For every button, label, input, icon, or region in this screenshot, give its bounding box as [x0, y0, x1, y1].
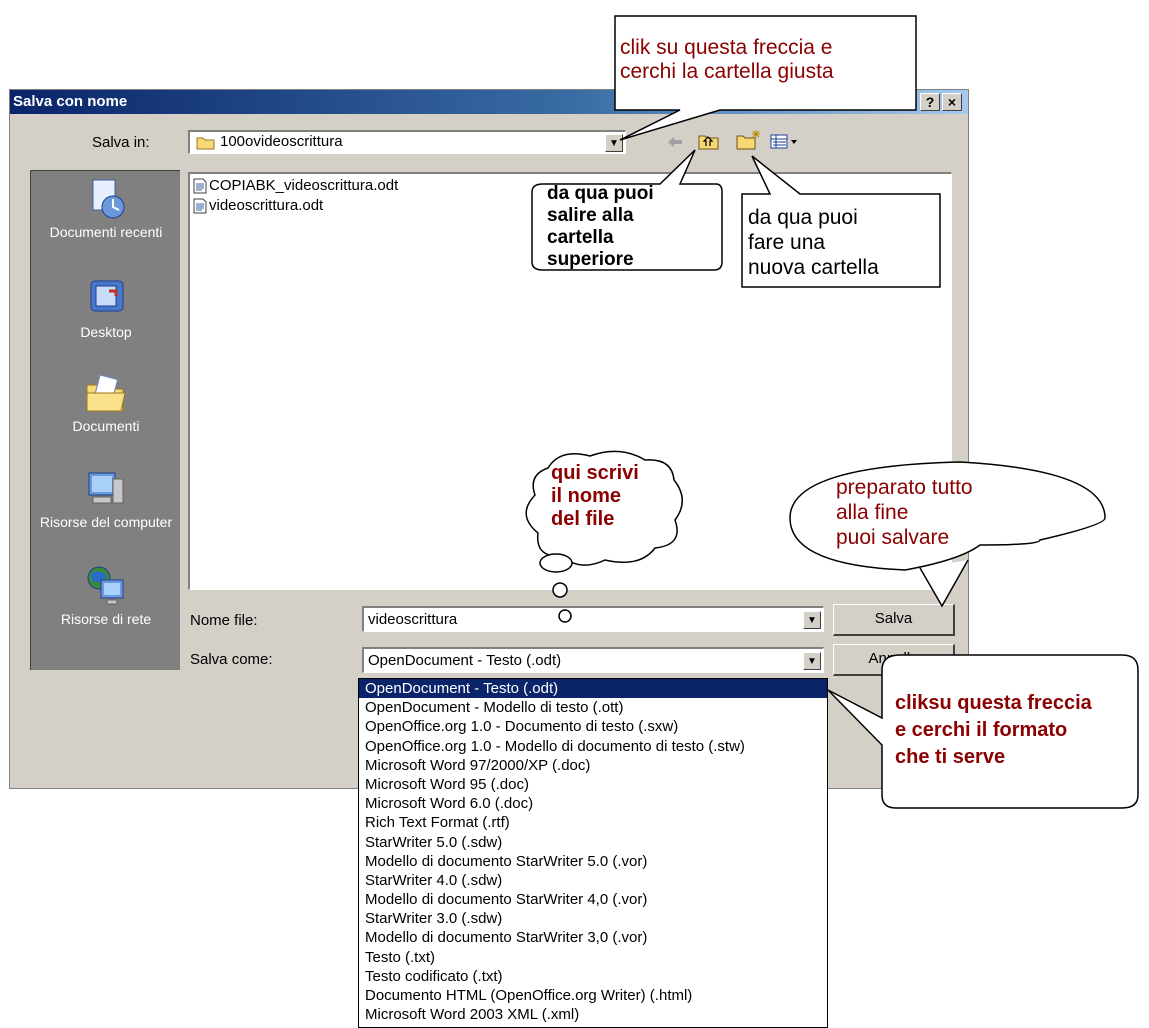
callout-line: il nome	[551, 485, 622, 507]
callout-line: che ti serve	[895, 746, 1006, 768]
callout-line: puoi salvare	[836, 526, 950, 549]
callout-line: preparato tutto	[836, 476, 973, 499]
callout-line: fare una	[748, 231, 826, 254]
callout-line: cerchi la cartella giusta	[620, 60, 834, 83]
callout-line: nuova cartella	[748, 256, 879, 279]
callout-line: alla fine	[836, 501, 909, 524]
callout-format: cliksu questa freccia e cerchi il format…	[895, 690, 1092, 771]
callout-new-folder: da qua puoi fare una nuova cartella	[748, 205, 879, 280]
callout-line: salire alla	[547, 205, 634, 226]
callout-line: da qua puoi	[547, 183, 654, 204]
callout-up-folder: da qua puoi salire alla cartella superio…	[547, 183, 654, 271]
callout-line: del file	[551, 508, 615, 530]
callout-filename: qui scrivi il nome del file	[551, 462, 639, 531]
callout-line: cliksu questa freccia	[895, 692, 1092, 714]
callout-line: cartella	[547, 227, 614, 248]
callout-line: qui scrivi	[551, 462, 639, 484]
callout-line: da qua puoi	[748, 206, 858, 229]
callout-save: preparato tutto alla fine puoi salvare	[836, 475, 973, 550]
callout-line: clik su questa freccia e	[620, 36, 833, 59]
callout-line: e cerchi il formato	[895, 719, 1068, 741]
callout-folder-arrow: clik su questa freccia e cerchi la carte…	[620, 36, 834, 84]
callout-line: superiore	[547, 249, 634, 270]
